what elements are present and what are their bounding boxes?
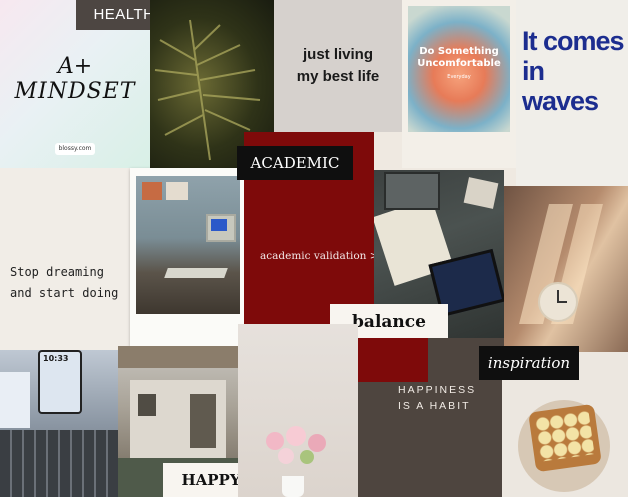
mindset-site: blossy.com <box>55 143 95 155</box>
red-accent-block <box>358 338 428 382</box>
do-something-poster: Do Something Uncomfortable Everyday <box>402 0 516 168</box>
desk-photo <box>136 176 240 314</box>
just-living-tile: just living my best life <box>274 0 402 132</box>
mindset-line2: MINDSET <box>14 79 136 104</box>
laptop-phone-photo: 10:33 <box>0 350 118 497</box>
do-something-text: Do Something Uncomfortable <box>417 46 501 69</box>
stop-dreaming-text: Stop dreaming and start doing <box>10 265 119 300</box>
phone-time: 10:33 <box>43 354 69 363</box>
flowers-photo <box>238 324 358 497</box>
do-something-sub: Everyday <box>447 74 471 80</box>
clock-icon <box>538 282 578 322</box>
flower-bouquet-icon <box>256 426 340 478</box>
toast-icon <box>528 403 602 473</box>
academic-validation-text: academic validation > <box>260 250 374 262</box>
clock-photo <box>504 186 628 352</box>
stop-dreaming-tile: Stop dreaming and start doing <box>0 168 134 350</box>
just-living-text: just living my best life <box>296 46 380 85</box>
it-comes-text: It comes in waves <box>522 26 625 116</box>
laptop-keyboard <box>0 430 118 497</box>
phone-icon: 10:33 <box>38 350 82 414</box>
academic-label: ACADEMIC <box>237 146 353 180</box>
mindset-line1: A+ <box>57 54 93 79</box>
laptop <box>384 172 440 210</box>
retro-computer-polaroid <box>130 168 246 346</box>
it-comes-tile: It comes in waves <box>516 0 628 186</box>
happiness-tile: HAPPINESS IS A HABIT <box>358 380 502 497</box>
happiness-text: HAPPINESS IS A HABIT <box>398 384 477 412</box>
inspiration-label: inspiration <box>479 346 579 380</box>
